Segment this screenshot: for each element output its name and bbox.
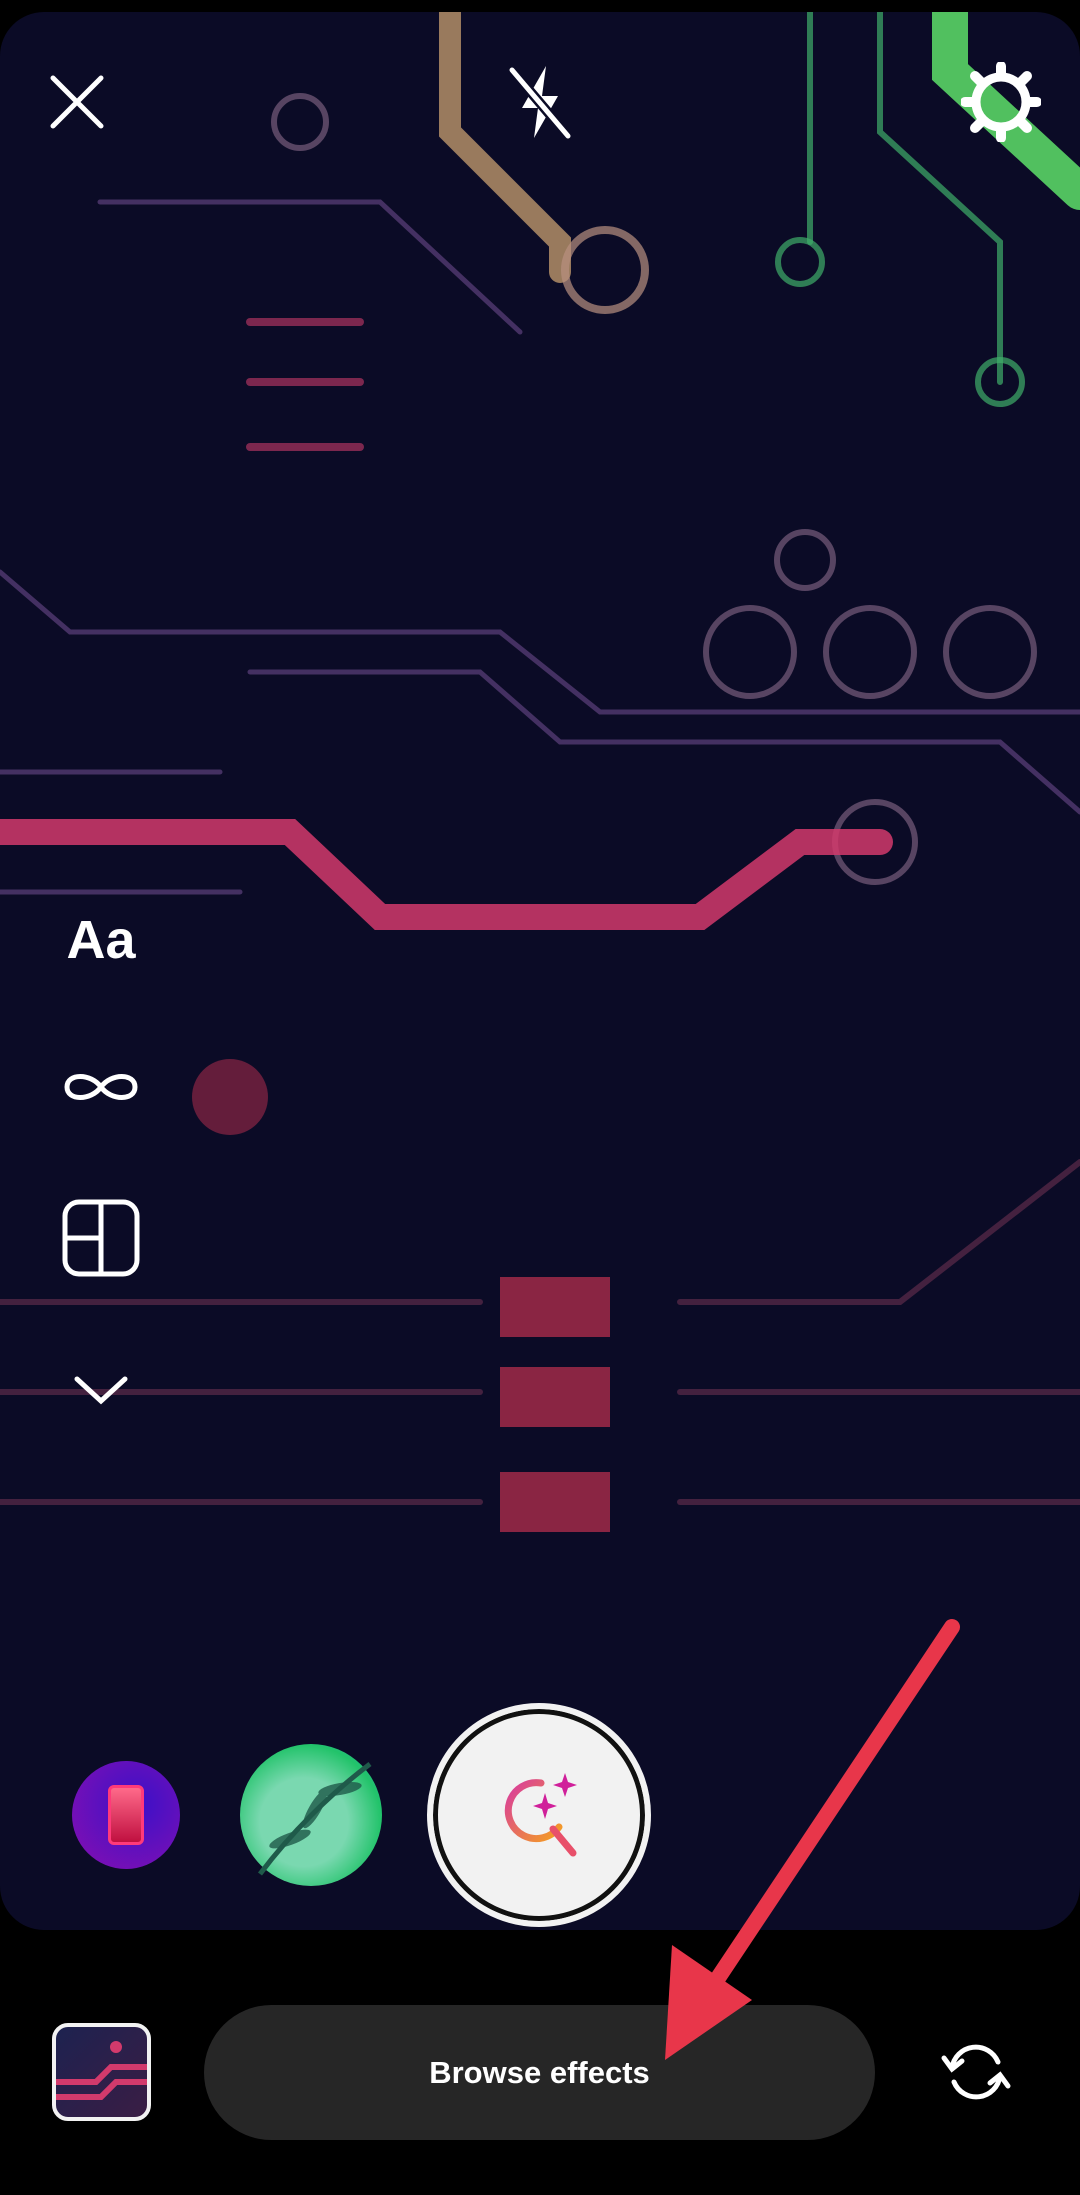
camera-background: [0, 12, 1080, 1532]
infinity-icon: [64, 1074, 138, 1100]
text-tool[interactable]: Aa: [56, 910, 146, 970]
browse-effects-button[interactable]: Browse effects: [204, 2005, 875, 2140]
boomerang-tool[interactable]: [61, 1067, 141, 1107]
camera-flip-icon: [941, 2044, 1011, 2100]
chevron-down-icon: [74, 1376, 128, 1405]
search-sparkle-icon: [504, 1773, 577, 1857]
flip-camera-button[interactable]: [936, 2032, 1016, 2112]
close-button[interactable]: [47, 72, 107, 132]
more-tools-button[interactable]: [71, 1375, 131, 1405]
leaf-effect-icon: [258, 1762, 372, 1876]
effect-green-leaf[interactable]: [240, 1744, 382, 1886]
layout-tool[interactable]: [61, 1198, 141, 1278]
phone-effect-icon: [108, 1785, 144, 1845]
effect-purple-phone[interactable]: [72, 1761, 180, 1869]
gear-icon: [961, 62, 1041, 142]
settings-button[interactable]: [961, 62, 1041, 142]
camera-preview[interactable]: [0, 12, 1080, 1930]
gallery-thumbnail[interactable]: [52, 2023, 151, 2121]
flash-button[interactable]: [505, 62, 575, 142]
gallery-preview-image: [56, 2041, 147, 2100]
flash-off-icon: [508, 66, 572, 140]
layout-icon: [62, 1199, 140, 1277]
close-icon: [50, 75, 104, 129]
capture-button[interactable]: [427, 1703, 651, 1927]
